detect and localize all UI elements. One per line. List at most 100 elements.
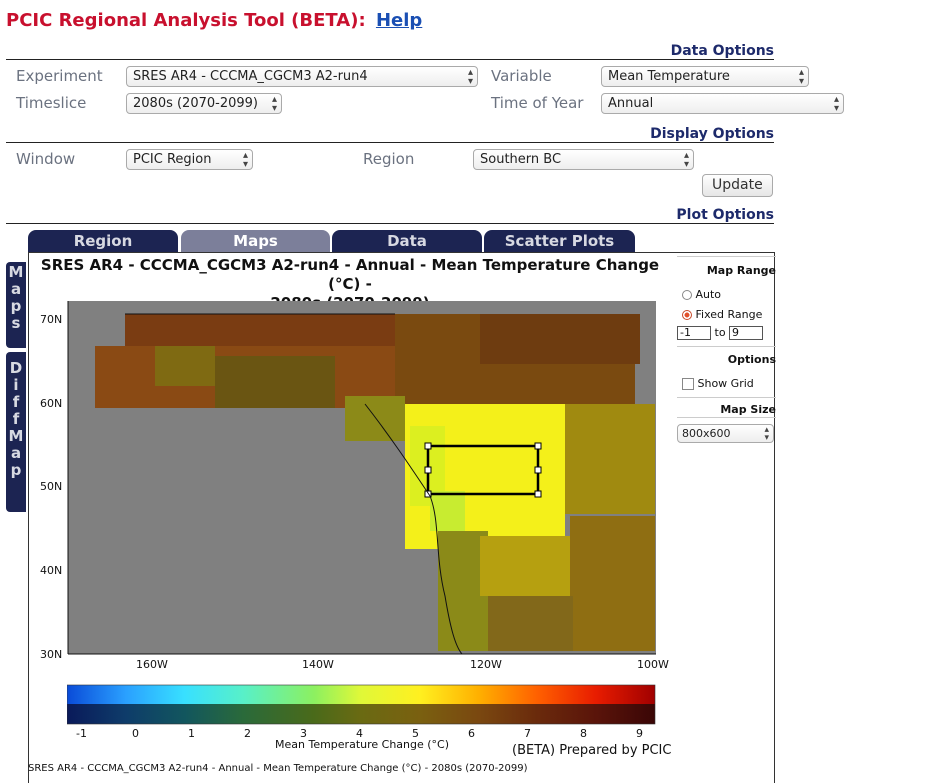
- lat-label: 60N: [40, 397, 63, 410]
- data-options-heading: Data Options: [670, 43, 774, 59]
- region-select[interactable]: Southern BC ▴ ▾: [473, 149, 694, 170]
- time-of-year-select[interactable]: Annual ▴ ▾: [601, 93, 844, 114]
- updown-arrow-icon: ▴ ▾: [833, 94, 839, 114]
- sidebar-divider: [677, 346, 776, 347]
- colorbar-tick-label: 1: [188, 727, 195, 740]
- window-value: PCIC Region: [133, 152, 212, 167]
- time-of-year-value: Annual: [608, 96, 654, 111]
- window-select[interactable]: PCIC Region ▴ ▾: [126, 149, 253, 170]
- range-min-input[interactable]: -1: [677, 326, 711, 340]
- updown-arrow-icon: ▴ ▾: [271, 94, 277, 114]
- vtab-letter: p: [10, 461, 22, 479]
- map-cell: [565, 404, 655, 514]
- lon-label: 160W: [136, 658, 168, 671]
- updown-arrow-icon: ▴ ▾: [467, 67, 473, 87]
- update-button[interactable]: Update: [702, 174, 773, 197]
- vtab-letter: M: [8, 263, 24, 281]
- display-options-heading: Display Options: [650, 126, 774, 142]
- colorbar-label: Mean Temperature Change (°C): [275, 738, 450, 751]
- vtab-letter: M: [8, 427, 24, 445]
- map-cell: [215, 356, 335, 408]
- vtab-letter: f: [12, 410, 20, 428]
- map-cell: [155, 346, 215, 386]
- colorbar-bottom: [67, 704, 655, 724]
- map-title-line1: SRES AR4 - CCCMA_CGCM3 A2-run4 - Annual …: [40, 256, 660, 293]
- colorbar-tick-label: 7: [524, 727, 531, 740]
- map-cell: [480, 314, 640, 364]
- map-cell: [125, 314, 395, 346]
- variable-value: Mean Temperature: [608, 69, 730, 84]
- app-title: PCIC Regional Analysis Tool (BETA):: [6, 10, 366, 31]
- auto-radio[interactable]: [682, 290, 692, 300]
- fixed-range-radio[interactable]: [682, 310, 692, 320]
- time-of-year-label: Time of Year: [491, 94, 584, 112]
- window-label: Window: [16, 150, 76, 168]
- fixed-range-label: Fixed Range: [695, 308, 763, 321]
- vtab-letter: D: [9, 359, 23, 377]
- lon-label: 100W: [637, 658, 669, 671]
- map-range-heading: Map Range: [706, 264, 776, 277]
- lat-label: 40N: [40, 564, 63, 577]
- colorbar: [67, 684, 656, 725]
- vtab-diffmap[interactable]: DiffMap: [6, 352, 26, 512]
- lat-label: 70N: [40, 313, 63, 326]
- show-grid-label: Show Grid: [697, 377, 754, 390]
- map-size-heading: Map Size: [720, 403, 776, 416]
- timeslice-select[interactable]: 2080s (2070-2099) ▴ ▾: [126, 93, 282, 114]
- variable-select[interactable]: Mean Temperature ▴ ▾: [601, 66, 809, 87]
- updown-arrow-icon: ▴ ▾: [798, 67, 804, 87]
- timeslice-label: Timeslice: [16, 94, 87, 112]
- sidebar-divider: [677, 397, 776, 398]
- vtab-letter: i: [13, 376, 19, 394]
- lat-label: 50N: [40, 480, 63, 493]
- credit-text: (BETA) Prepared by PCIC: [512, 743, 672, 758]
- map-cell: [430, 491, 465, 531]
- experiment-select[interactable]: SRES AR4 - CCCMA_CGCM3 A2-run4 ▴ ▾: [126, 66, 478, 87]
- temperature-change-map[interactable]: [30, 296, 675, 671]
- sidebar-divider: [677, 417, 776, 418]
- experiment-label: Experiment: [16, 67, 103, 85]
- lon-label: 140W: [302, 658, 334, 671]
- map-cell: [345, 396, 405, 441]
- variable-label: Variable: [491, 67, 552, 85]
- experiment-value: SRES AR4 - CCCMA_CGCM3 A2-run4: [133, 69, 368, 84]
- vtab-letter: a: [10, 444, 22, 462]
- map-cell: [480, 536, 580, 596]
- range-to-label: to: [714, 326, 726, 339]
- range-inputs: -1 to 9: [677, 326, 764, 340]
- vtab-letter: a: [10, 280, 22, 298]
- auto-option[interactable]: Auto: [682, 288, 721, 301]
- vtab-maps[interactable]: Maps: [6, 262, 26, 348]
- divider: [6, 223, 774, 224]
- colorbar-tick-label: 2: [244, 727, 251, 740]
- range-max-input[interactable]: 9: [729, 326, 764, 340]
- timeslice-value: 2080s (2070-2099): [133, 96, 258, 111]
- fixed-range-option[interactable]: Fixed Range: [682, 308, 762, 321]
- divider: [6, 142, 774, 143]
- tab-scatter-plots[interactable]: Scatter Plots: [484, 230, 635, 252]
- updown-arrow-icon: ▴ ▾: [764, 425, 769, 443]
- vtab-letter: f: [12, 393, 20, 411]
- vtab-letter: p: [10, 297, 22, 315]
- colorbar-tick-label: 6: [468, 727, 475, 740]
- auto-label: Auto: [695, 288, 722, 301]
- updown-arrow-icon: ▴ ▾: [242, 150, 248, 170]
- tab-maps[interactable]: Maps: [181, 230, 330, 252]
- map-cell: [488, 596, 573, 651]
- colorbar-tick-label: 8: [580, 727, 587, 740]
- tab-region[interactable]: Region: [28, 230, 178, 252]
- help-link[interactable]: Help: [376, 10, 422, 31]
- colorbar-top: [67, 685, 655, 704]
- show-grid-checkbox[interactable]: [682, 378, 694, 390]
- colorbar-tick-label: 9: [636, 727, 643, 740]
- map-size-value: 800x600: [682, 427, 731, 440]
- show-grid-option[interactable]: Show Grid: [682, 377, 754, 390]
- map-size-select[interactable]: 800x600 ▴ ▾: [677, 424, 774, 443]
- tab-data[interactable]: Data: [332, 230, 482, 252]
- lat-label: 30N: [40, 648, 63, 661]
- map-caption: SRES AR4 - CCCMA_CGCM3 A2-run4 - Annual …: [28, 763, 528, 774]
- options-heading: Options: [727, 353, 776, 366]
- sidebar-divider: [677, 256, 776, 257]
- region-label: Region: [363, 150, 415, 168]
- lon-label: 120W: [470, 658, 502, 671]
